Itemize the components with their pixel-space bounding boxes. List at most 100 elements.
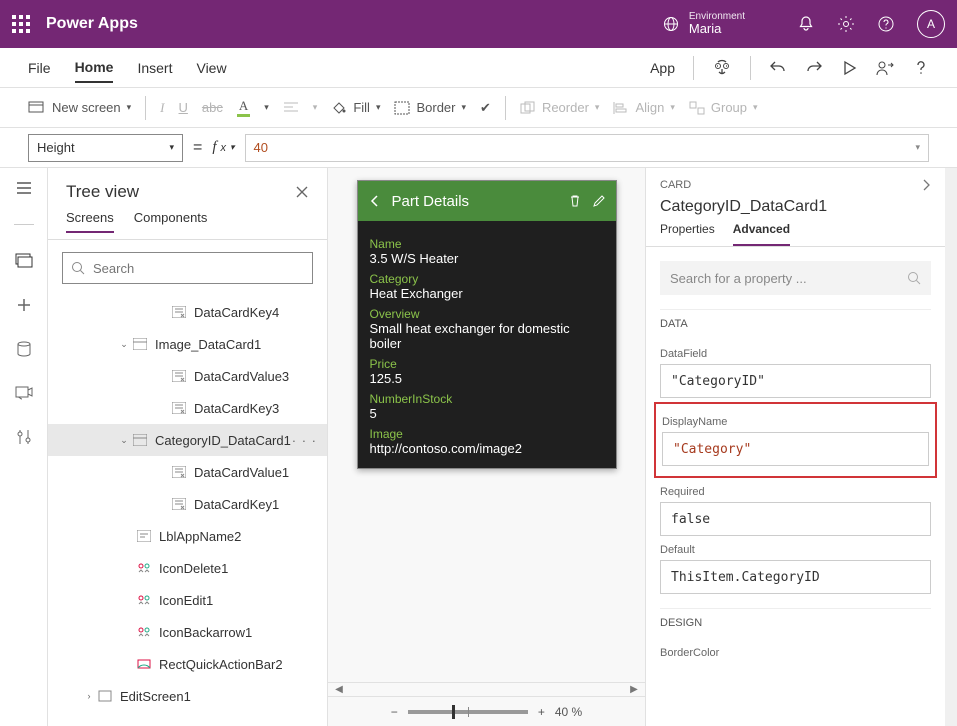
bell-icon[interactable] xyxy=(797,15,815,33)
label-datafield: DataField xyxy=(660,348,931,360)
strike-icon: abc xyxy=(202,100,223,115)
tree-title: Tree view xyxy=(66,182,139,202)
tree-node[interactable]: DataCardKey4 xyxy=(48,296,327,328)
undo-icon[interactable] xyxy=(769,59,787,77)
property-select[interactable]: Height▾ xyxy=(28,134,183,162)
border-button[interactable]: Border▾ xyxy=(394,100,466,115)
rail-settings-icon[interactable] xyxy=(14,427,34,447)
menu-insert[interactable]: Insert xyxy=(137,54,172,82)
input-required[interactable]: false xyxy=(660,502,931,536)
delete-icon[interactable] xyxy=(568,194,582,208)
zoom-minus[interactable]: − xyxy=(391,705,398,719)
back-icon[interactable] xyxy=(368,194,382,208)
section-data: DATA xyxy=(660,309,931,340)
label-default: Default xyxy=(660,544,931,556)
tree-search-input[interactable] xyxy=(93,261,304,276)
help2-icon[interactable] xyxy=(913,60,929,76)
tree-node[interactable]: DataCardKey1 xyxy=(48,488,327,520)
zoom-slider[interactable] xyxy=(408,710,528,714)
underline-icon: U xyxy=(179,100,188,115)
input-default[interactable]: ThisItem.CategoryID xyxy=(660,560,931,594)
gear-icon[interactable] xyxy=(837,15,855,33)
field-label: Image xyxy=(370,427,604,441)
fontcolor-icon[interactable]: A xyxy=(237,98,250,117)
close-icon[interactable] xyxy=(295,185,309,199)
menu-file[interactable]: File xyxy=(28,54,51,82)
field-label: Price xyxy=(370,357,604,371)
card-title: CategoryID_DataCard1 xyxy=(646,198,945,222)
help-icon[interactable] xyxy=(877,15,895,33)
play-icon[interactable] xyxy=(841,60,857,76)
vscrollbar[interactable] xyxy=(945,168,957,726)
divider xyxy=(693,56,694,80)
phone-title: Part Details xyxy=(392,193,558,210)
scroll-right[interactable]: ▶ xyxy=(627,684,641,695)
fx-button[interactable]: fx▾ xyxy=(212,139,234,156)
tree-node[interactable]: ⌄CategoryID_DataCard1· · · xyxy=(48,424,327,456)
tree-node[interactable]: DataCardValue1 xyxy=(48,456,327,488)
card-tab-advanced[interactable]: Advanced xyxy=(733,222,790,246)
tree-node[interactable]: DataCardValue3 xyxy=(48,360,327,392)
env-name: Maria xyxy=(689,22,745,36)
menu-view[interactable]: View xyxy=(196,54,226,82)
zoom-plus[interactable]: + xyxy=(538,705,545,719)
tree-node[interactable]: IconBackarrow1 xyxy=(48,616,327,648)
rail-media-icon[interactable] xyxy=(14,383,34,403)
chevron-right-icon[interactable] xyxy=(921,178,931,192)
env-label: Environment xyxy=(689,11,745,22)
field-value: 3.5 W/S Heater xyxy=(370,251,604,266)
rail-data-icon[interactable] xyxy=(14,339,34,359)
tree-node[interactable]: RectQuickActionBar2 xyxy=(48,648,327,680)
globe-icon xyxy=(663,16,679,32)
reorder-button: Reorder▾ xyxy=(520,100,600,115)
tree-node[interactable]: LblAppName2 xyxy=(48,520,327,552)
section-design: DESIGN xyxy=(660,608,931,639)
rail-tree-icon[interactable] xyxy=(14,251,34,271)
alignleft-icon xyxy=(283,101,299,115)
label-displayname: DisplayName xyxy=(662,416,929,428)
label-bordercolor: BorderColor xyxy=(660,647,931,659)
edit-icon[interactable] xyxy=(592,194,606,208)
tree-node[interactable]: ⌄Image_DataCard1 xyxy=(48,328,327,360)
tree-tab-screens[interactable]: Screens xyxy=(66,210,114,233)
menu-app[interactable]: App xyxy=(650,54,675,82)
new-screen-button[interactable]: New screen▾ xyxy=(28,100,131,115)
field-label: Category xyxy=(370,272,604,286)
share-icon[interactable] xyxy=(875,59,895,77)
tree-search[interactable] xyxy=(62,252,313,284)
redo-icon[interactable] xyxy=(805,59,823,77)
search-icon xyxy=(71,261,85,275)
checker-icon[interactable] xyxy=(712,59,732,77)
menu-home[interactable]: Home xyxy=(75,53,114,83)
fill-button[interactable]: Fill▾ xyxy=(331,100,380,115)
phone-preview[interactable]: Part Details Name3.5 W/S HeaterCategoryH… xyxy=(357,180,617,469)
formula-input[interactable]: 40▾ xyxy=(245,134,929,162)
group-button: Group▾ xyxy=(689,100,758,115)
input-displayname[interactable]: "Category" xyxy=(662,432,929,466)
tree-node[interactable]: ›EditScreen1 xyxy=(48,680,327,712)
field-label: NumberInStock xyxy=(370,392,604,406)
tree-node[interactable]: DataCardKey3 xyxy=(48,392,327,424)
avatar[interactable]: A xyxy=(917,10,945,38)
card-header: CARD xyxy=(660,179,691,191)
card-tab-properties[interactable]: Properties xyxy=(660,222,715,246)
tree-node[interactable]: IconDelete1 xyxy=(48,552,327,584)
search-icon xyxy=(907,271,921,285)
field-value: 5 xyxy=(370,406,604,421)
divider xyxy=(145,96,146,120)
rail-hamburger-icon[interactable] xyxy=(14,178,34,198)
tree-tab-components[interactable]: Components xyxy=(134,210,208,233)
environment-picker[interactable]: Environment Maria xyxy=(663,11,745,36)
brand-title: Power Apps xyxy=(46,15,663,33)
rail-insert-icon[interactable] xyxy=(14,295,34,315)
divider xyxy=(750,56,751,80)
italic-icon: I xyxy=(160,100,164,116)
scroll-left[interactable]: ◀ xyxy=(332,684,346,695)
field-value: Heat Exchanger xyxy=(370,286,604,301)
input-datafield[interactable]: "CategoryID" xyxy=(660,364,931,398)
label-required: Required xyxy=(660,486,931,498)
waffle-icon[interactable] xyxy=(12,15,30,33)
divider xyxy=(505,96,506,120)
card-search[interactable]: Search for a property ... xyxy=(660,261,931,295)
tree-node[interactable]: IconEdit1 xyxy=(48,584,327,616)
